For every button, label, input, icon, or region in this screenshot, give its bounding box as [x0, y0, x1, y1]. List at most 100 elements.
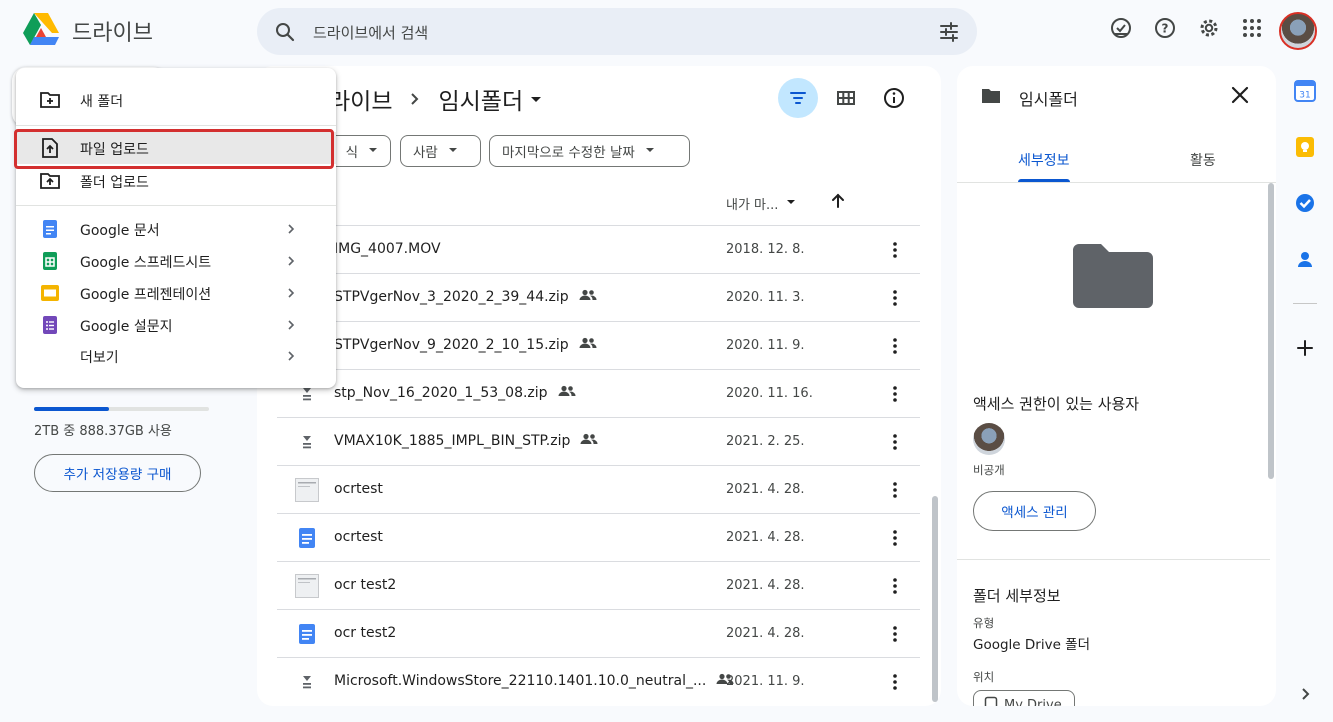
file-name-text: STPVgerNov_3_2020_2_39_44.zip: [334, 289, 569, 305]
help-icon[interactable]: ?: [1153, 16, 1177, 40]
file-name[interactable]: ocrtest: [334, 481, 383, 497]
drive-logo[interactable]: 드라이브: [22, 12, 153, 50]
file-name-text: ocr test2: [334, 625, 396, 641]
file-name[interactable]: STPVgerNov_9_2020_2_10_15.zip: [334, 337, 597, 353]
owner-avatar[interactable]: [973, 423, 1005, 455]
menu-divider: [16, 125, 336, 126]
tab-details[interactable]: 세부정보: [1018, 150, 1070, 170]
file-name[interactable]: stp_Nov_16_2020_1_53_08.zip: [334, 385, 576, 401]
file-name-text: IMG_4007.MOV: [334, 241, 441, 257]
file-list-scrollbar[interactable]: [932, 496, 938, 702]
storage-usage-bar: [34, 407, 209, 411]
details-header: 임시폴더: [981, 86, 1078, 110]
menu-item-google-forms[interactable]: Google 설문지: [16, 309, 336, 341]
google-docs-icon: [40, 219, 60, 239]
menu-item-label: 폴더 업로드: [80, 172, 149, 192]
file-name[interactable]: STPVgerNov_3_2020_2_39_44.zip: [334, 289, 597, 305]
breadcrumb-current[interactable]: 임시폴더: [438, 82, 543, 116]
app-title: 드라이브: [72, 15, 153, 47]
tab-activity[interactable]: 활동: [1190, 150, 1216, 170]
file-name-text: stp_Nov_16_2020_1_53_08.zip: [334, 385, 548, 401]
more-actions-icon[interactable]: [883, 574, 907, 598]
file-row[interactable]: ocr test22021. 4. 28.: [277, 561, 920, 609]
file-date: 2021. 4. 28.: [726, 626, 805, 641]
sort-label: 내가 마...: [726, 194, 778, 213]
file-row[interactable]: STPVgerNov_9_2020_2_10_15.zip 2020. 11. 9…: [277, 321, 920, 369]
menu-item-label: Google 스프레드시트: [80, 252, 211, 272]
apps-grid-icon[interactable]: [1240, 16, 1264, 40]
offline-check-icon[interactable]: [1109, 16, 1133, 40]
details-scrollbar[interactable]: [1268, 183, 1274, 479]
filter-chip-type-label: 식: [346, 141, 358, 161]
manage-access-button[interactable]: 액세스 관리: [973, 491, 1096, 531]
more-actions-icon[interactable]: [883, 286, 907, 310]
svg-text:31: 31: [1299, 91, 1310, 101]
menu-item-google-slides[interactable]: Google 프레젠테이션: [16, 277, 336, 309]
file-row[interactable]: ocr test2 2021. 4. 28.: [277, 609, 920, 657]
contacts-icon[interactable]: [1293, 247, 1317, 271]
file-date: 2021. 4. 28.: [726, 482, 805, 497]
close-icon[interactable]: [1229, 84, 1251, 110]
folder-icon: [981, 87, 1001, 109]
more-actions-icon[interactable]: [883, 334, 907, 358]
file-row[interactable]: ocrtest2021. 4. 28.: [277, 513, 920, 561]
keep-icon[interactable]: [1293, 135, 1317, 159]
search-bar[interactable]: 드라이브에서 검색: [257, 8, 977, 55]
file-row[interactable]: IMG_4007.MOV2018. 12. 8.: [277, 225, 920, 273]
storage-usage-fill: [34, 407, 109, 411]
file-name[interactable]: ocr test2: [334, 625, 396, 641]
file-row[interactable]: VMAX10K_1885_IMPL_BIN_STP.zip2021. 2. 25…: [277, 417, 920, 465]
add-icon[interactable]: [1293, 336, 1317, 360]
folder-upload-icon: [40, 171, 60, 191]
type-label: 유형: [973, 615, 994, 631]
sort-direction-arrow-icon[interactable]: [829, 192, 847, 214]
menu-item-google-sheets[interactable]: Google 스프레드시트: [16, 245, 336, 277]
search-input[interactable]: 드라이브에서 검색: [313, 22, 428, 43]
account-avatar[interactable]: [1279, 12, 1317, 50]
file-name[interactable]: ocrtest: [334, 529, 383, 545]
file-row[interactable]: Microsoft.WindowsStore_22110.1401.10.0_n…: [277, 657, 920, 705]
more-actions-icon[interactable]: [883, 238, 907, 262]
info-icon[interactable]: [874, 78, 914, 118]
more-actions-icon[interactable]: [883, 430, 907, 454]
file-row[interactable]: ocrtest 2021. 4. 28.: [277, 465, 920, 513]
folder-details-heading: 폴더 세부정보: [973, 585, 1061, 606]
menu-item-new-folder[interactable]: 새 폴더: [16, 84, 336, 116]
more-actions-icon[interactable]: [883, 478, 907, 502]
file-row[interactable]: STPVgerNov_3_2020_2_39_44.zip2020. 11. 3…: [277, 273, 920, 321]
breadcrumb-root[interactable]: 라이브: [329, 82, 392, 116]
expand-icon[interactable]: [1293, 682, 1317, 706]
file-name[interactable]: Microsoft.WindowsStore_22110.1401.10.0_n…: [334, 673, 734, 689]
more-actions-icon[interactable]: [883, 382, 907, 406]
menu-item-more[interactable]: 더보기: [16, 340, 336, 372]
file-name[interactable]: ocr test2: [334, 577, 396, 593]
filter-chip-people[interactable]: 사람: [400, 135, 481, 167]
tasks-icon[interactable]: [1293, 191, 1317, 215]
doc-file-icon: [295, 526, 319, 550]
file-date: 2020. 11. 9.: [726, 338, 805, 353]
calendar-icon[interactable]: 31: [1293, 79, 1317, 103]
menu-item-folder-upload[interactable]: 폴더 업로드: [16, 165, 336, 197]
filter-view-button[interactable]: [778, 78, 818, 118]
location-chip[interactable]: My Drive: [973, 690, 1075, 706]
filter-chip-modified[interactable]: 마지막으로 수정한 날짜: [489, 135, 690, 167]
search-options-icon[interactable]: [937, 20, 961, 48]
sort-menu[interactable]: 내가 마...: [726, 194, 796, 213]
file-name-text: VMAX10K_1885_IMPL_BIN_STP.zip: [334, 433, 570, 449]
buy-storage-button[interactable]: 추가 저장용량 구매: [34, 454, 201, 492]
menu-item-google-docs[interactable]: Google 문서: [16, 213, 336, 245]
more-actions-icon[interactable]: [883, 670, 907, 694]
chevron-right-icon: [408, 87, 422, 111]
more-actions-icon[interactable]: [883, 526, 907, 550]
more-actions-icon[interactable]: [883, 622, 907, 646]
grid-view-icon[interactable]: [826, 78, 866, 118]
search-icon[interactable]: [273, 20, 297, 48]
file-row[interactable]: stp_Nov_16_2020_1_53_08.zip2020. 11. 16.: [277, 369, 920, 417]
caret-down-icon: [368, 143, 378, 159]
shared-icon: [558, 385, 576, 401]
caret-down-icon: [448, 143, 458, 159]
file-name[interactable]: IMG_4007.MOV: [334, 241, 441, 257]
file-name-text: ocr test2: [334, 577, 396, 593]
settings-icon[interactable]: [1197, 16, 1221, 40]
file-name[interactable]: VMAX10K_1885_IMPL_BIN_STP.zip: [334, 433, 598, 449]
